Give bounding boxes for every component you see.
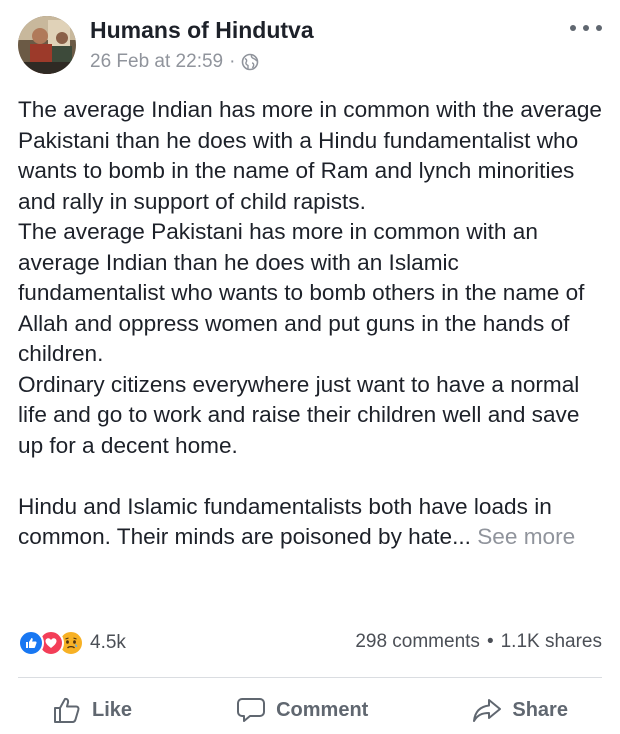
- post-text: The average Indian has more in common wi…: [18, 95, 608, 553]
- reaction-count: 4.5k: [90, 632, 126, 653]
- more-options-icon[interactable]: [570, 18, 602, 38]
- post-paragraph-text: Hindu and Islamic fundamentalists both h…: [18, 493, 552, 550]
- post-paragraph: The average Indian has more in common wi…: [18, 97, 602, 214]
- reaction-icons: [18, 630, 84, 656]
- avatar-image: [18, 16, 76, 74]
- comment-icon: [237, 698, 266, 722]
- comment-label: Comment: [276, 698, 369, 721]
- divider: [18, 677, 602, 678]
- like-reaction-icon: [18, 630, 44, 656]
- more-dot: [570, 25, 576, 31]
- comment-button[interactable]: Comment: [236, 696, 368, 724]
- more-dot: [596, 25, 602, 31]
- reactions-summary[interactable]: 4.5k: [18, 629, 126, 657]
- post-paragraph-last: Hindu and Islamic fundamentalists both h…: [18, 492, 608, 553]
- thumbs-up-icon: [54, 697, 80, 723]
- page-name[interactable]: Humans of Hindutva: [90, 16, 314, 44]
- page-avatar[interactable]: [18, 16, 76, 74]
- post-stats: 298 comments • 1.1K shares: [355, 631, 602, 653]
- post-timestamp[interactable]: 26 Feb at 22:59: [90, 50, 223, 74]
- comments-count[interactable]: 298 comments: [355, 631, 480, 653]
- share-label: Share: [512, 698, 568, 721]
- action-bar: Like Comment Share: [0, 690, 620, 730]
- like-label: Like: [92, 698, 133, 721]
- post-meta: 26 Feb at 22:59 ·: [90, 50, 259, 74]
- more-dot: [583, 25, 589, 31]
- shares-count[interactable]: 1.1K shares: [501, 631, 602, 653]
- globe-icon: [241, 53, 259, 71]
- share-arrow-icon: [473, 699, 502, 722]
- post-paragraph: The average Pakistani has more in common…: [18, 219, 585, 366]
- stats-separator: •: [486, 631, 494, 652]
- meta-separator: ·: [229, 51, 236, 72]
- share-button[interactable]: Share: [472, 696, 568, 724]
- post-paragraph: Ordinary citizens everywhere just want t…: [18, 371, 580, 458]
- like-button[interactable]: Like: [52, 696, 132, 724]
- post-card: Humans of Hindutva 26 Feb at 22:59 · The…: [0, 0, 620, 734]
- post-header: Humans of Hindutva 26 Feb at 22:59 ·: [18, 16, 602, 76]
- see-more-link[interactable]: See more: [477, 524, 575, 549]
